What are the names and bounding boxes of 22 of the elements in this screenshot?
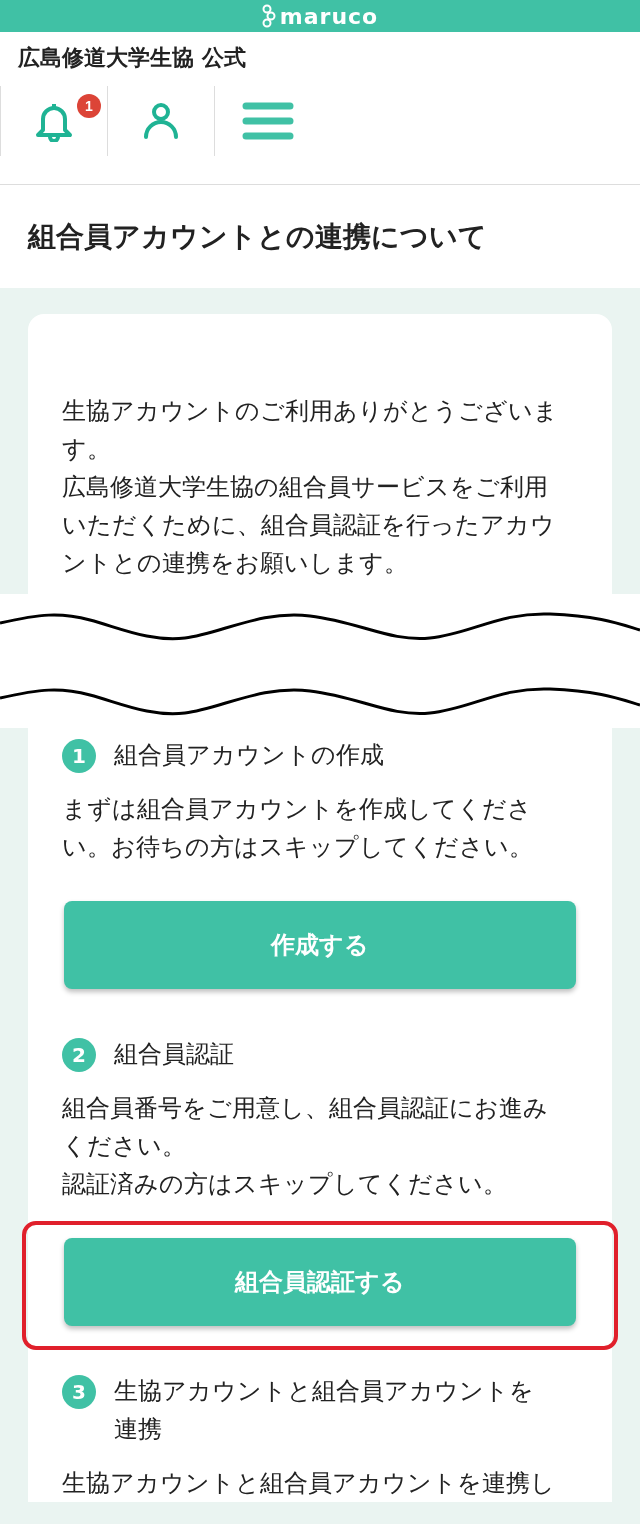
step-title: 組合員アカウントの作成: [114, 740, 384, 771]
brand-name: maruco: [279, 3, 379, 29]
step-number: 3: [62, 1375, 96, 1409]
user-icon: [143, 102, 179, 140]
action-button[interactable]: 組合員認証する: [64, 1238, 576, 1326]
menu-icon: [242, 102, 294, 140]
step-description: まずは組合員アカウントを作成してください。お待ちの方はスキップしてください。: [62, 794, 534, 863]
step-number: 2: [62, 1038, 96, 1072]
action-button[interactable]: 作成する: [64, 901, 576, 989]
intro-text: 広島修道大学生協の組合員サービスをご利用いただくために、組合員認証を行ったアカウントとの連携をお願いします。: [62, 472, 556, 579]
step-number: 1: [62, 739, 96, 773]
page-title: 組合員アカウントとの連携について: [0, 185, 640, 288]
logo-icon: [261, 4, 276, 28]
notifications-button[interactable]: 1: [0, 86, 107, 156]
store-title: 広島修道大学生協 公式: [17, 44, 247, 72]
step-description: 組合員番号をご用意し、組合員認証にお進みください。: [62, 1093, 549, 1162]
step-title: 生協アカウントと組合員アカウントを連携: [114, 1376, 535, 1445]
step-description: 認証済みの方はスキップしてください。: [62, 1169, 508, 1200]
intro-text: 生協アカウントのご利用ありがとうございます。: [62, 396, 559, 465]
notification-badge: 1: [77, 94, 101, 118]
step-description: 生協アカウントと組合員アカウントを連携し: [62, 1468, 556, 1499]
step-title: 組合員認証: [114, 1039, 234, 1070]
